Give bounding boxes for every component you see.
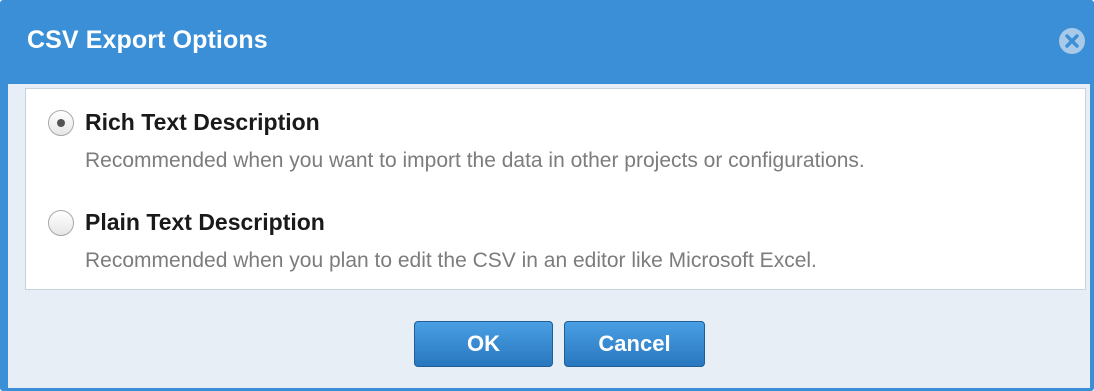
ok-button[interactable]: OK (414, 321, 553, 367)
close-icon[interactable] (1058, 27, 1086, 55)
csv-export-dialog: CSV Export Options Rich Text Description… (0, 0, 1094, 391)
plain-text-label: Plain Text Description (85, 209, 325, 235)
rich-text-label: Rich Text Description (85, 109, 320, 135)
dialog-title-bar: CSV Export Options (0, 0, 1094, 84)
rich-text-radio[interactable] (48, 110, 74, 136)
export-options-panel: Rich Text Description Recommended when y… (25, 88, 1086, 290)
plain-text-description: Recommended when you plan to edit the CS… (85, 249, 817, 272)
cancel-button[interactable]: Cancel (564, 321, 705, 367)
rich-text-description: Recommended when you want to import the … (85, 149, 865, 172)
dialog-title: CSV Export Options (27, 26, 268, 54)
plain-text-radio[interactable] (48, 210, 74, 236)
dialog-body: Rich Text Description Recommended when y… (8, 84, 1090, 388)
